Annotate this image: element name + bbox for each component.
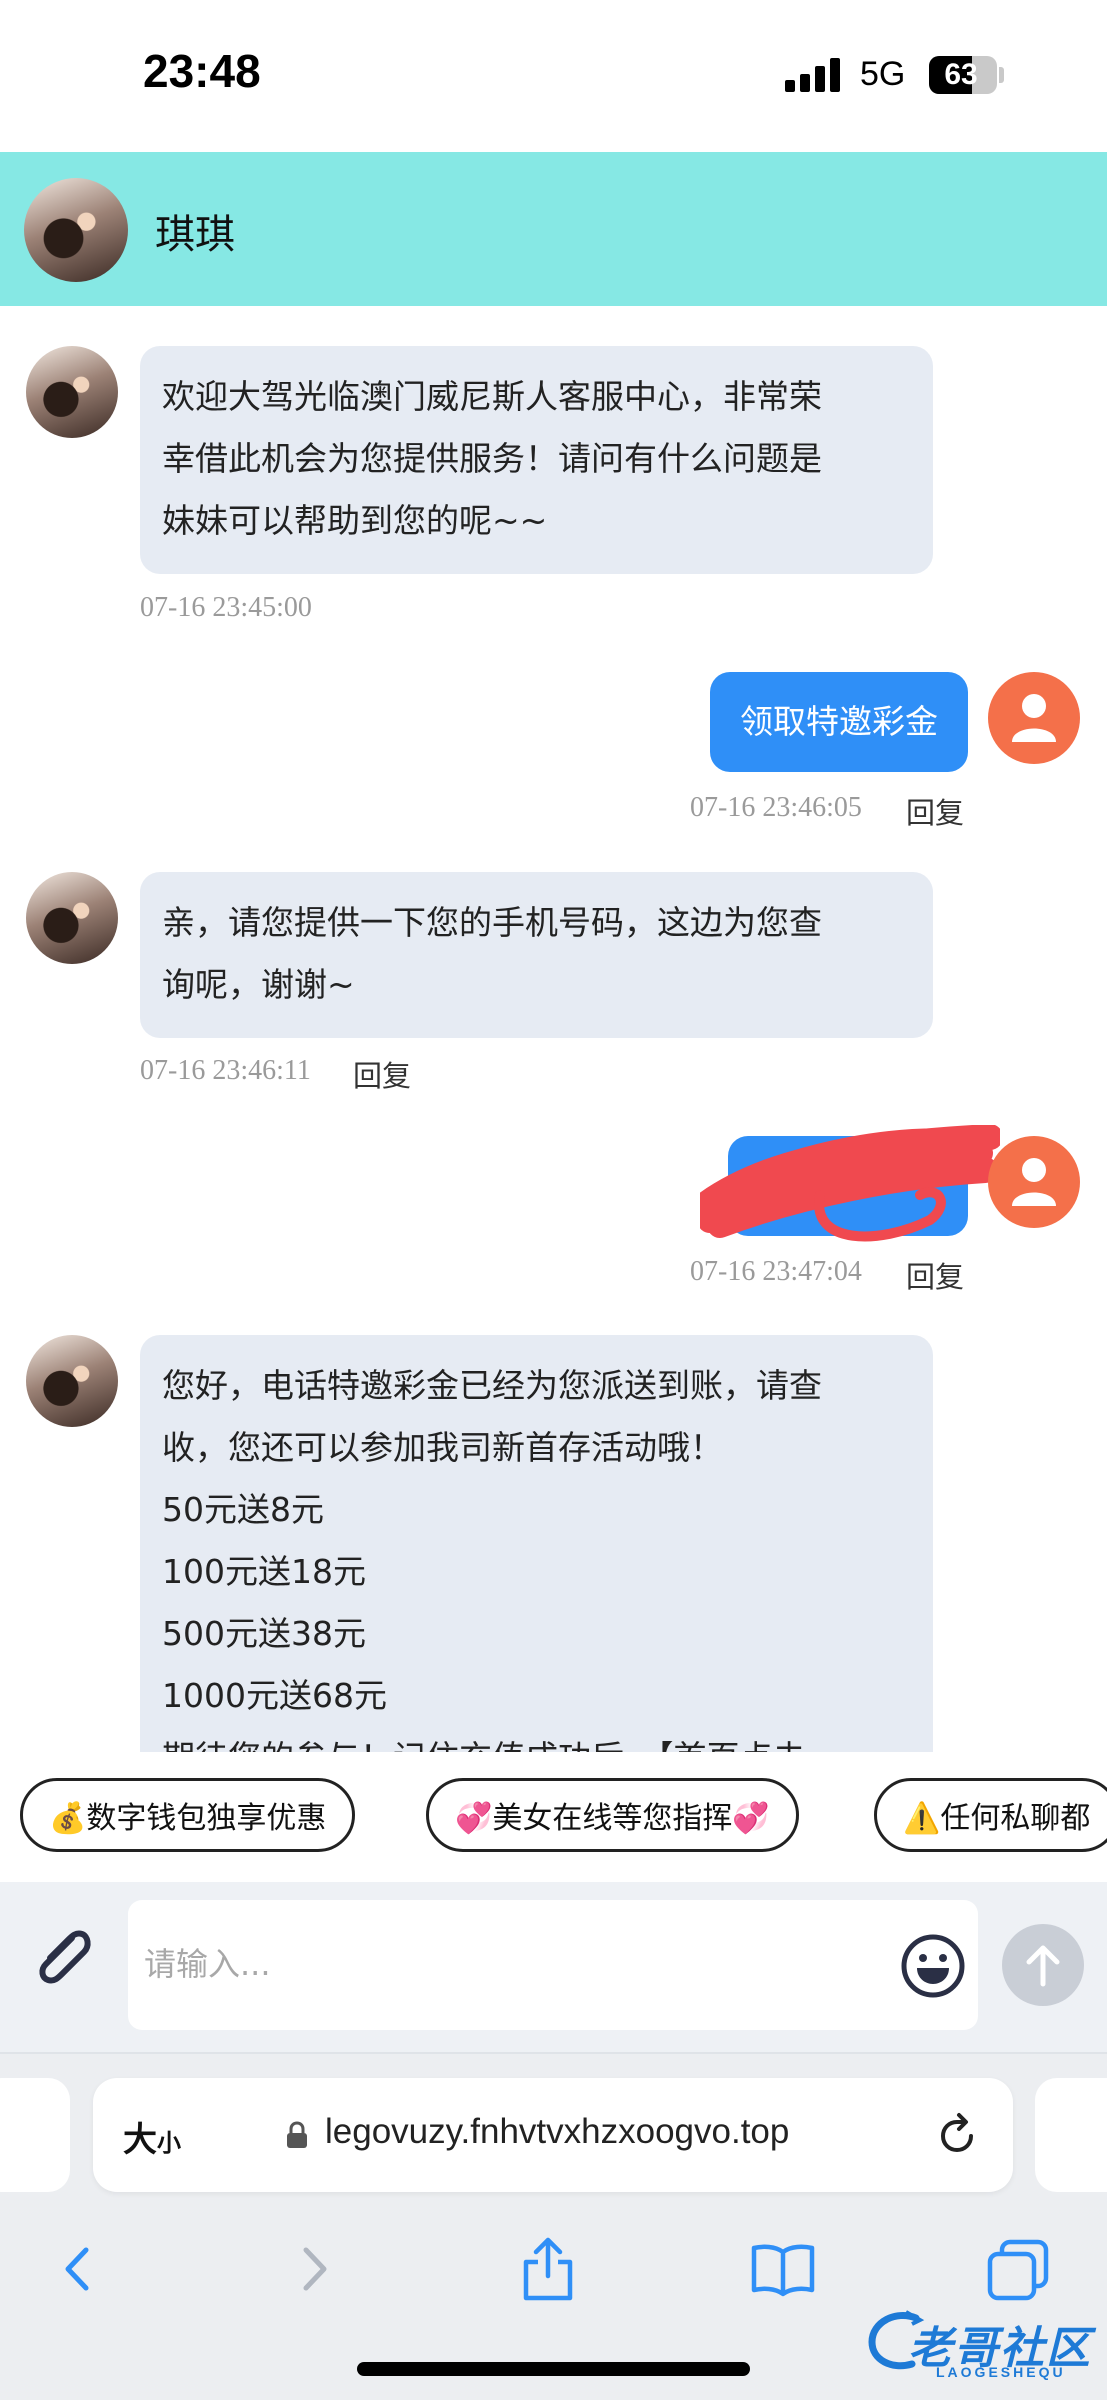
message-input-box — [128, 1900, 978, 2030]
message-input[interactable] — [144, 1934, 884, 1994]
quick-reply-chip[interactable]: 💰数字钱包独享优惠 — [20, 1778, 356, 1852]
message-timestamp: 07-16 23:46:11 — [140, 1055, 311, 1086]
text-size-button[interactable]: 大小 — [123, 2112, 181, 2161]
paperclip-icon[interactable] — [28, 1922, 100, 1994]
contact-avatar[interactable] — [24, 178, 128, 282]
watermark-logo: 老哥社区 LAOGESHEQU — [866, 2304, 1096, 2384]
contact-name: 琪琪 — [155, 212, 235, 258]
status-bar: 23:48 5G 63 — [0, 0, 1107, 152]
home-indicator — [357, 2362, 750, 2376]
user-avatar-icon[interactable] — [988, 1136, 1080, 1228]
previous-tab-preview[interactable] — [0, 2078, 70, 2192]
status-time: 23:48 — [143, 45, 261, 97]
reply-button[interactable]: 回复 — [353, 1053, 411, 1095]
arrow-up-icon — [1026, 1945, 1060, 1987]
next-tab-preview[interactable] — [1035, 2078, 1107, 2192]
message-bubble: 欢迎大驾光临澳门威尼斯人客服中心，非常荣 幸借此机会为您提供服务！请问有什么问题… — [140, 346, 933, 574]
quick-reply-chip[interactable]: ⚠️任何私聊都 — [874, 1778, 1107, 1852]
message-line: 500元送38元 — [162, 1614, 366, 1653]
lock-icon — [287, 2121, 307, 2148]
browser-toolbar: 老哥社区 LAOGESHEQU — [0, 2212, 1107, 2400]
message-composer — [0, 1882, 1107, 2054]
agent-avatar[interactable] — [26, 346, 118, 438]
quick-reply-bar: 💰数字钱包独享优惠 💞美女在线等您指挥💞 ⚠️任何私聊都 — [0, 1752, 1107, 1882]
text-size-large: 大 — [123, 2120, 157, 2160]
battery-cap — [999, 67, 1004, 83]
reload-icon[interactable] — [935, 2112, 981, 2158]
user-avatar-icon[interactable] — [988, 672, 1080, 764]
redaction-scribble — [700, 1125, 1000, 1242]
network-type: 5G — [860, 55, 906, 93]
reply-button[interactable]: 回复 — [906, 790, 964, 832]
message-line: 妹妹可以帮助到您的呢~~ — [162, 501, 548, 540]
message-bubble: 亲，请您提供一下您的手机号码，这边为您查 询呢，谢谢~ — [140, 872, 933, 1038]
chat-header: 琪琪 — [0, 152, 1107, 306]
browser-address-area: 大小 legovuzy.fnhvtvxhzxoogvo.top — [0, 2054, 1107, 2212]
reply-button[interactable]: 回复 — [906, 1254, 964, 1296]
quick-reply-chip[interactable]: 💞美女在线等您指挥💞 — [426, 1778, 799, 1852]
message-line: 亲，请您提供一下您的手机号码，这边为您查 — [162, 903, 822, 942]
message-bubble: 您好，电话特邀彩金已经为您派送到账，请查 收，您还可以参加我司新首存活动哦！ 5… — [140, 1335, 933, 1795]
back-icon[interactable] — [52, 2234, 102, 2304]
address-bar[interactable]: 大小 legovuzy.fnhvtvxhzxoogvo.top — [93, 2078, 1013, 2192]
send-button[interactable] — [1002, 1924, 1084, 2006]
agent-avatar[interactable] — [26, 1335, 118, 1427]
emoji-icon[interactable] — [901, 1934, 965, 1998]
message-timestamp: 07-16 23:46:05 — [690, 792, 862, 823]
message-timestamp: 07-16 23:47:04 — [690, 1256, 862, 1287]
bookmarks-icon[interactable] — [748, 2234, 818, 2304]
url-text: legovuzy.fnhvtvxhzxoogvo.top — [325, 2112, 790, 2151]
battery-icon: 63 — [929, 56, 997, 94]
watermark-subtext: LAOGESHEQU — [936, 2364, 1066, 2380]
text-size-small: 小 — [157, 2129, 181, 2157]
message-line: 50元送8元 — [162, 1490, 324, 1529]
message-line: 100元送18元 — [162, 1552, 366, 1591]
message-line: 幸借此机会为您提供服务！请问有什么问题是 — [162, 439, 822, 478]
battery-level: 63 — [944, 58, 978, 91]
message-line: 欢迎大驾光临澳门威尼斯人客服中心，非常荣 — [162, 377, 822, 416]
message-timestamp: 07-16 23:45:00 — [140, 592, 312, 623]
forward-icon[interactable] — [290, 2234, 340, 2304]
share-icon[interactable] — [518, 2234, 578, 2304]
tabs-icon[interactable] — [984, 2234, 1054, 2304]
user-message-bubble: 领取特邀彩金 — [710, 672, 968, 772]
message-line: 询呢，谢谢~ — [162, 965, 355, 1004]
message-line: 1000元送68元 — [162, 1676, 387, 1715]
message-line: 收，您还可以参加我司新首存活动哦！ — [162, 1428, 723, 1467]
agent-avatar[interactable] — [26, 872, 118, 964]
cellular-signal-icon — [785, 58, 843, 92]
message-line: 您好，电话特邀彩金已经为您派送到账，请查 — [162, 1366, 822, 1405]
